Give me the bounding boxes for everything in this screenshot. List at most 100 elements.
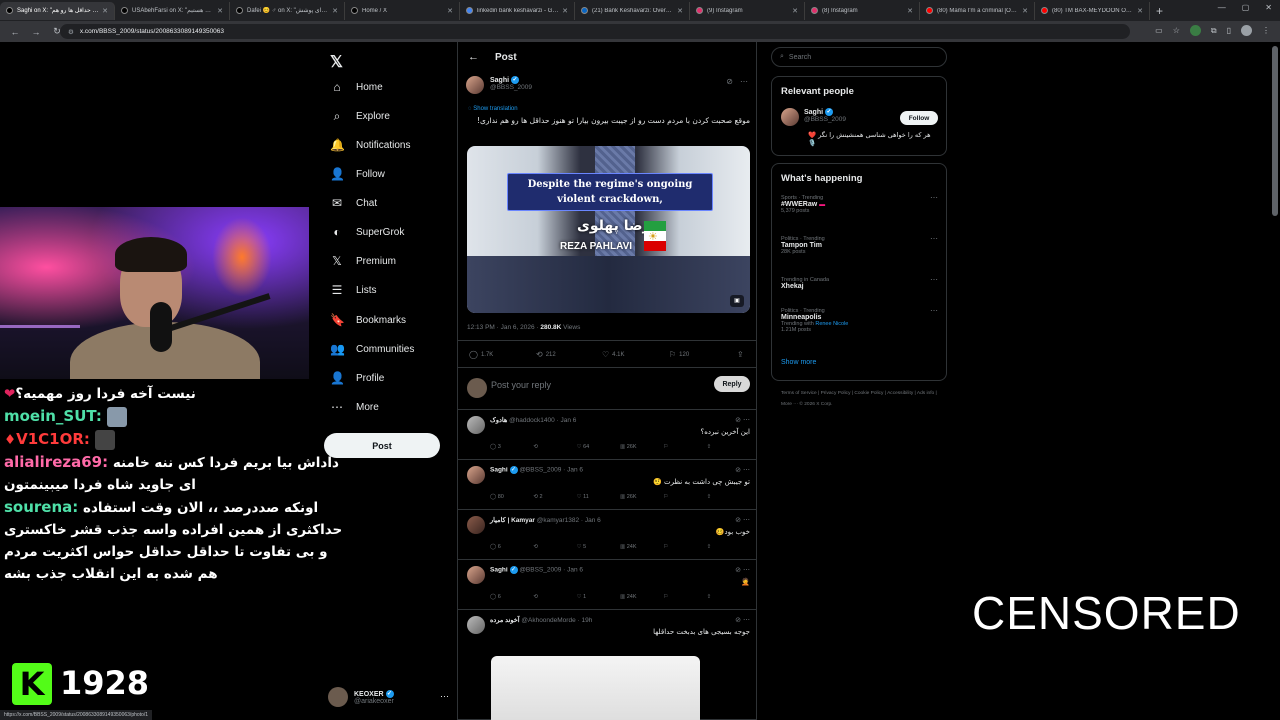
follow-button[interactable]: Follow xyxy=(900,111,938,125)
extension-icon[interactable] xyxy=(1189,25,1201,36)
grok-icon[interactable]: ⊘ xyxy=(735,417,741,424)
author-name[interactable]: Saghi ✓ xyxy=(490,76,532,84)
sidebar-item-communities[interactable]: 👥 Communities xyxy=(330,342,414,356)
views-action[interactable]: ▥ 24K xyxy=(620,594,663,600)
sidebar-item-bookmarks[interactable]: 🔖 Bookmarks xyxy=(330,313,406,327)
browser-tab[interactable]: Saghi on X: "نداری حداقل ها رو هم..."✕ xyxy=(0,1,115,20)
trend-more-icon[interactable]: ⋯ xyxy=(930,193,938,202)
browser-tab[interactable]: (80) TM BAX-MEYDOON OFFI... ✕ xyxy=(1035,1,1150,20)
tab-close-icon[interactable]: ✕ xyxy=(217,7,223,15)
tab-close-icon[interactable]: ✕ xyxy=(447,7,453,15)
site-info-icon[interactable]: ⚙ xyxy=(68,28,74,36)
tab-close-icon[interactable]: ✕ xyxy=(332,7,338,15)
browser-tab[interactable]: Home / X ✕ xyxy=(345,1,460,20)
trend-more-icon[interactable]: ⋯ xyxy=(930,275,938,284)
grok-icon[interactable]: ⊘ xyxy=(735,467,741,474)
heart-action[interactable]: ♡ 5 xyxy=(577,544,620,550)
tweet-author[interactable]: Saghi ✓ @BBSS_2009 xyxy=(466,76,532,94)
back-icon[interactable]: ← xyxy=(9,27,21,37)
trend-with-link[interactable]: Renee Nicole xyxy=(815,321,848,327)
tab-close-icon[interactable]: ✕ xyxy=(677,7,683,15)
share-action[interactable]: ⇪ xyxy=(707,594,750,600)
trend-item[interactable]: Politics · Trending Minneapolis Trending w… xyxy=(781,308,848,333)
show-more-link[interactable]: Show more xyxy=(781,359,816,366)
browser-tab[interactable]: Dafei 😊 ♂ on X: "رای پوشش..."✕ xyxy=(230,1,345,20)
sidebar-icon[interactable]: ▯ xyxy=(1227,26,1231,35)
cast-icon[interactable]: ▭ xyxy=(1155,26,1163,35)
more-icon[interactable]: ⋯ xyxy=(740,77,748,86)
account-switcher[interactable]: KEOXER ✓ @ariakeoxer ⋯ xyxy=(328,687,449,707)
browser-menu-icon[interactable]: ⋮ xyxy=(1262,26,1270,35)
more-icon[interactable]: ⋯ xyxy=(743,617,750,624)
reply-action[interactable]: ◯ 6 xyxy=(490,544,533,550)
share-action[interactable]: ⇪ xyxy=(707,444,750,450)
reply-action[interactable]: ◯ 80 xyxy=(490,494,533,500)
footer-links[interactable]: Terms of Service | Privacy Policy | Cook… xyxy=(781,388,941,410)
repost-action[interactable]: ⟲ 2 xyxy=(533,494,576,500)
address-bar[interactable]: ⚙ x.com/BBSS_2009/status/200863308914935… xyxy=(60,24,1130,39)
like-action[interactable]: ♡ 4.1K xyxy=(602,350,625,359)
reply-tweet[interactable]: آخوند مرده @AkhoondeMorde · 19h ⊘ ⋯ جوجه ب… xyxy=(458,610,756,720)
repost-action[interactable]: ⟲ xyxy=(533,444,576,450)
forward-icon[interactable]: → xyxy=(30,27,42,37)
trend-more-icon[interactable]: ⋯ xyxy=(930,234,938,243)
tab-close-icon[interactable]: ✕ xyxy=(1022,7,1028,15)
account-more-icon[interactable]: ⋯ xyxy=(440,691,449,702)
reply-tweet[interactable]: کامیار | Kamyar @kamyar1382 · Jan 6 ⊘ ⋯ خو… xyxy=(458,510,756,560)
browser-tab[interactable]: (21) Bank Keshavarzi: Overvie... ✕ xyxy=(575,1,690,20)
reply-input[interactable]: Post your reply xyxy=(491,380,551,390)
avatar[interactable] xyxy=(467,616,485,634)
trend-more-icon[interactable]: ⋯ xyxy=(930,306,938,315)
avatar[interactable] xyxy=(467,566,485,584)
tweet-media[interactable]: Despite the regime's ongoing violent cra… xyxy=(467,146,750,313)
reply-button[interactable]: Reply xyxy=(714,376,750,392)
more-icon[interactable]: ⋯ xyxy=(743,417,750,424)
reply-action[interactable]: ◯ 6 xyxy=(490,594,533,600)
grok-icon[interactable]: ⊘ xyxy=(735,567,741,574)
heart-action[interactable]: ♡ 1 xyxy=(577,594,620,600)
repost-action[interactable]: ⟲ 212 xyxy=(536,350,556,359)
share-action[interactable]: ⇪ xyxy=(737,350,744,359)
reply-tweet[interactable]: Saghi ✓ @BBSS_2009 · Jan 6 ⊘ ⋯ 🤦 ◯ 6 ⟲ ♡ 1 ▥ … xyxy=(458,560,756,610)
show-translation-link[interactable]: ◌ Show translation xyxy=(468,106,518,112)
close-window-icon[interactable]: ✕ xyxy=(1265,3,1272,12)
sidebar-item-follow[interactable]: 👤 Follow xyxy=(330,167,385,181)
trend-item[interactable]: Politics · Trending Tampon Tim 28K posts xyxy=(781,236,825,255)
scrollbar[interactable] xyxy=(1272,46,1278,216)
browser-tab[interactable]: linkedin bank keshavarzi - Go... ✕ xyxy=(460,1,575,20)
extensions-puzzle-icon[interactable]: ⧉ xyxy=(1211,26,1217,36)
share-action[interactable]: ⇪ xyxy=(707,544,750,550)
views-action[interactable]: ▥ 24K xyxy=(620,544,663,550)
tab-close-icon[interactable]: ✕ xyxy=(1137,7,1143,15)
bookmark-action[interactable]: ⚐ xyxy=(663,594,706,600)
reply-action[interactable]: ◯ 3 xyxy=(490,444,533,450)
bookmark-action[interactable]: ⚐ xyxy=(663,544,706,550)
reply-tweet[interactable]: هادوک @haddock1400 · Jan 6 ⊘ ⋯ این آخرین ن… xyxy=(458,410,756,460)
repost-action[interactable]: ⟲ xyxy=(533,544,576,550)
heart-action[interactable]: ♡ 11 xyxy=(577,494,620,500)
trend-item[interactable]: Sports · Trending #WWERaw ▬ 5,379 posts xyxy=(781,195,825,214)
author-handle[interactable]: @BBSS_2009 xyxy=(490,84,532,91)
sidebar-item-home[interactable]: ⌂ Home xyxy=(330,80,382,94)
reply-action[interactable]: ◯ 1.7K xyxy=(469,350,493,359)
profile-avatar[interactable] xyxy=(1241,25,1252,36)
tab-close-icon[interactable]: ✕ xyxy=(907,7,913,15)
heart-action[interactable]: ♡ 64 xyxy=(577,444,620,450)
avatar[interactable] xyxy=(467,416,485,434)
sidebar-item-lists[interactable]: ☰ Lists xyxy=(330,283,377,297)
media-options-icon[interactable]: ▣ xyxy=(730,295,744,307)
search-input[interactable]: ⌕ Search xyxy=(771,47,947,67)
trend-item[interactable]: Trending in Canada Xhekaj xyxy=(781,277,829,290)
post-button[interactable]: Post xyxy=(324,433,440,458)
bookmark-action[interactable]: ⚐ 120 xyxy=(669,350,689,359)
avatar[interactable] xyxy=(466,76,484,94)
share-action[interactable]: ⇪ xyxy=(707,494,750,500)
sidebar-item-more[interactable]: ⋯ More xyxy=(330,400,379,414)
repost-action[interactable]: ⟲ xyxy=(533,594,576,600)
minimize-icon[interactable]: — xyxy=(1218,3,1226,12)
views-action[interactable]: ▥ 26K xyxy=(620,444,663,450)
grok-icon[interactable]: ⊘ xyxy=(726,77,733,86)
avatar[interactable] xyxy=(467,466,485,484)
new-tab-icon[interactable]: + xyxy=(1156,4,1163,18)
bookmark-star-icon[interactable]: ☆ xyxy=(1173,26,1180,35)
